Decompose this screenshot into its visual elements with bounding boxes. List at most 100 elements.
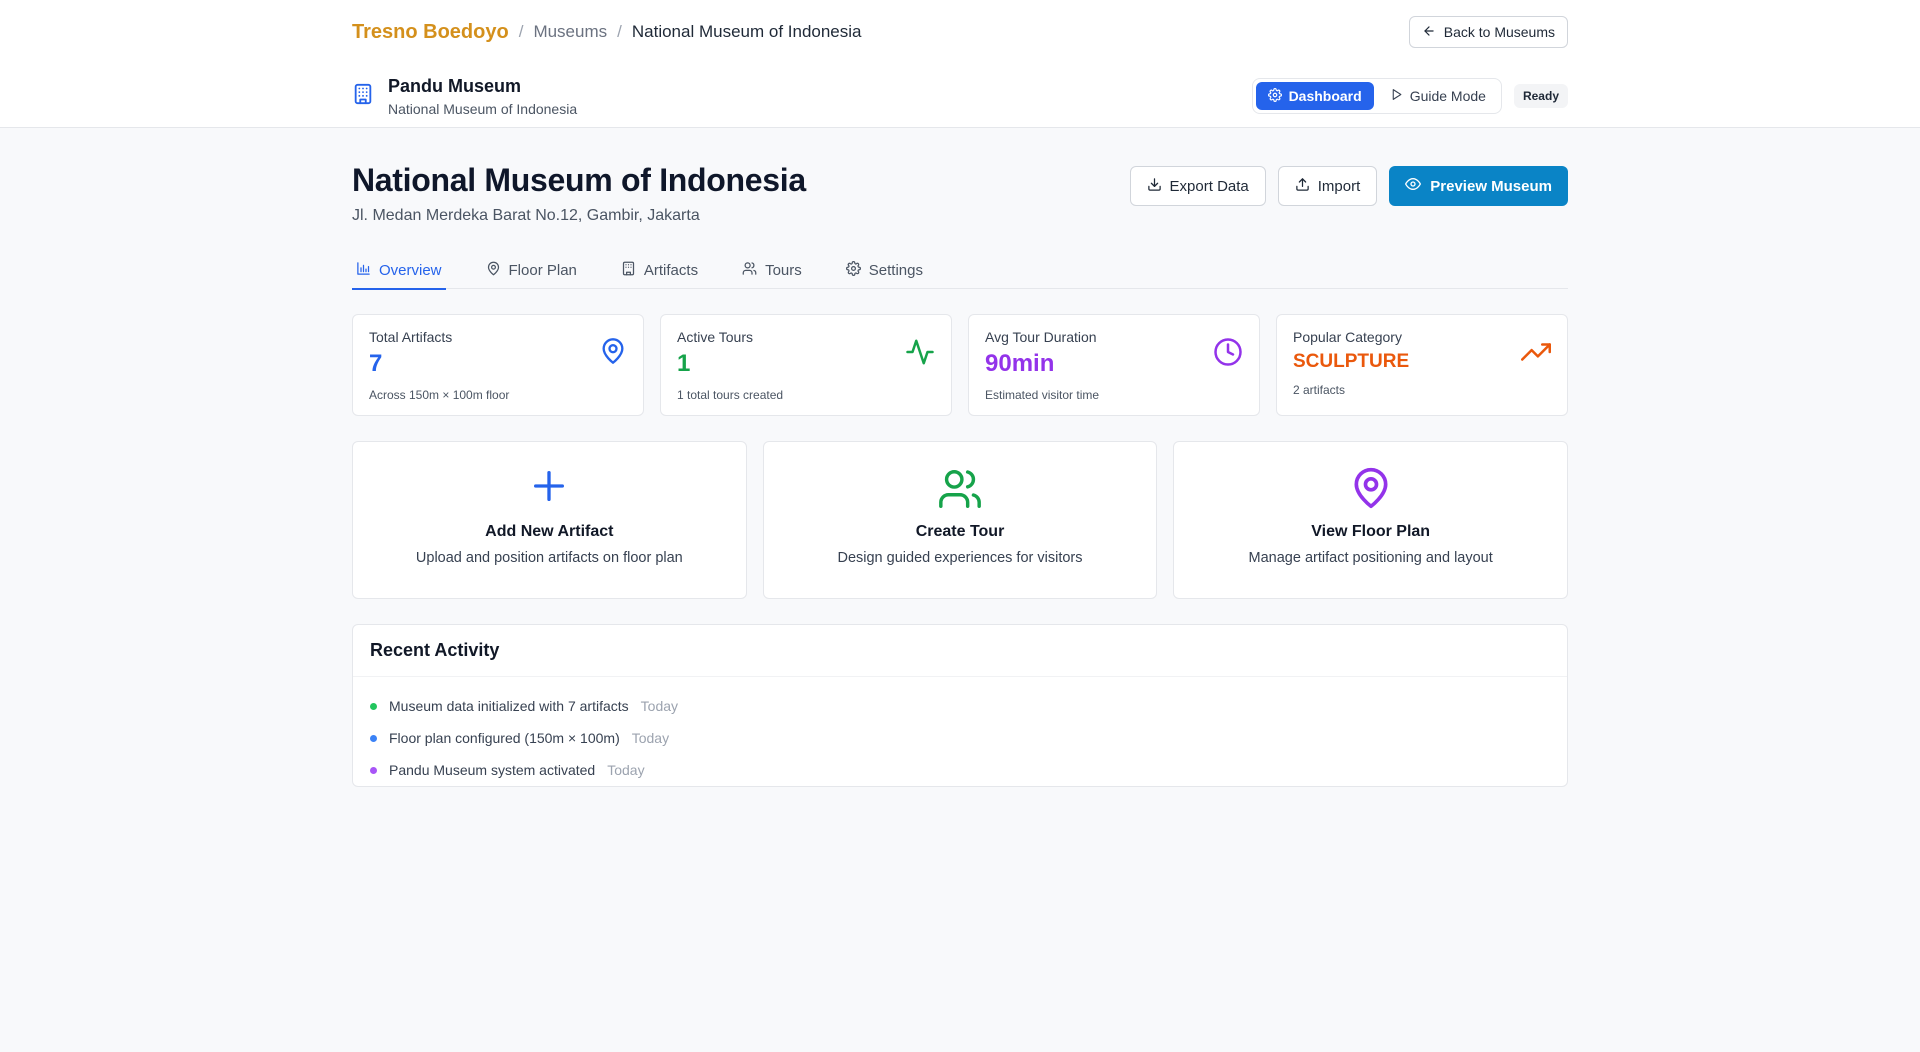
activity-text: Floor plan configured (150m × 100m) (389, 730, 620, 746)
breadcrumb-bar: Tresno Boedoyo / Museums / National Muse… (352, 0, 1568, 64)
tab-label: Floor Plan (508, 261, 577, 279)
trending-up-icon (1521, 337, 1551, 372)
back-button-label: Back to Museums (1443, 24, 1555, 40)
quick-actions: Add New Artifact Upload and position art… (352, 441, 1568, 599)
breadcrumb-separator: / (617, 22, 622, 41)
stat-label: Avg Tour Duration (985, 329, 1097, 345)
plus-icon (529, 466, 569, 511)
mode-switcher: Dashboard Guide Mode (1251, 78, 1502, 114)
status-dot (370, 766, 377, 774)
arrow-left-icon (1422, 24, 1436, 41)
page-header: National Museum of Indonesia Jl. Medan M… (352, 162, 1568, 225)
import-button[interactable]: Import (1277, 166, 1378, 206)
quick-action-description: Manage artifact positioning and layout (1248, 550, 1493, 566)
add-new-artifact-card[interactable]: Add New Artifact Upload and position art… (352, 441, 747, 599)
activity-item: Floor plan configured (150m × 100m) Toda… (370, 722, 1550, 754)
breadcrumb-brand-link[interactable]: Tresno Boedoyo (352, 21, 509, 44)
eye-icon (1405, 176, 1422, 196)
tab-overview[interactable]: Overview (352, 251, 446, 290)
stat-label: Total Artifacts (369, 329, 453, 345)
stat-card-total-artifacts: Total Artifacts 7 Across 150m × 100m flo… (352, 314, 644, 416)
stat-card-avg-tour-duration: Avg Tour Duration 90min Estimated visito… (968, 314, 1260, 416)
status-dot (370, 734, 377, 742)
guide-mode-label: Guide Mode (1409, 88, 1486, 104)
activity-item: Pandu Museum system activated Today (370, 754, 1550, 786)
stat-label: Popular Category (1293, 329, 1402, 345)
quick-action-title: Create Tour (915, 523, 1005, 540)
breadcrumb-current: National Museum of Indonesia (631, 22, 862, 41)
activity-time: Today (631, 730, 670, 746)
users-icon (937, 466, 983, 517)
bar-chart-icon (356, 261, 371, 280)
breadcrumb: Tresno Boedoyo / Museums / National Muse… (352, 21, 862, 44)
section-tabs: Overview Floor Plan Artifacts Tours Sett… (352, 251, 1568, 290)
activity-text: Pandu Museum system activated (389, 762, 596, 778)
quick-action-description: Upload and position artifacts on floor p… (415, 550, 683, 566)
import-label: Import (1317, 177, 1361, 195)
preview-museum-label: Preview Museum (1430, 177, 1552, 195)
users-icon (742, 261, 757, 280)
stat-note: 2 artifacts (1293, 383, 1346, 397)
main-content: National Museum of Indonesia Jl. Medan M… (352, 162, 1568, 787)
tab-floor-plan[interactable]: Floor Plan (482, 251, 581, 289)
gear-icon (1267, 87, 1282, 105)
activity-time: Today (640, 698, 679, 714)
stats-grid: Total Artifacts 7 Across 150m × 100m flo… (352, 314, 1568, 416)
tab-settings[interactable]: Settings (842, 251, 927, 289)
stat-card-active-tours: Active Tours 1 1 total tours created (660, 314, 952, 416)
status-dot (370, 702, 377, 710)
quick-action-title: Add New Artifact (485, 523, 614, 540)
map-pin-icon (1349, 466, 1393, 515)
app-title: Pandu Museum (388, 75, 522, 96)
app-bar: Pandu Museum National Museum of Indonesi… (352, 64, 1568, 128)
tab-label: Artifacts (643, 261, 699, 279)
stat-value: SCULPTURE (1293, 351, 1410, 372)
stat-note: Across 150m × 100m floor (369, 388, 510, 402)
stat-value: 1 (677, 350, 691, 377)
create-tour-card[interactable]: Create Tour Design guided experiences fo… (762, 441, 1158, 599)
view-floor-plan-card[interactable]: View Floor Plan Manage artifact position… (1173, 441, 1568, 599)
tab-label: Overview (379, 261, 442, 279)
quick-action-description: Design guided experiences for visitors (837, 550, 1083, 566)
map-pin-icon (486, 261, 501, 280)
building-icon (621, 261, 636, 280)
dashboard-mode-button[interactable]: Dashboard (1255, 82, 1374, 110)
activity-time: Today (607, 762, 645, 778)
back-to-museums-button[interactable]: Back to Museums (1408, 16, 1568, 48)
stat-value: 7 (369, 350, 383, 377)
tab-artifacts[interactable]: Artifacts (617, 251, 702, 289)
download-icon (1147, 177, 1162, 196)
breadcrumb-museums-link[interactable]: Museums (533, 22, 607, 42)
building-icon (352, 83, 374, 110)
activity-text: Museum data initialized with 7 artifacts (389, 698, 629, 714)
museum-address: Jl. Medan Merdeka Barat No.12, Gambir, J… (352, 207, 700, 224)
upload-icon (1295, 177, 1310, 196)
clock-icon (1213, 337, 1243, 372)
guide-mode-button[interactable]: Guide Mode (1378, 82, 1498, 110)
page-title: National Museum of Indonesia (352, 162, 806, 198)
breadcrumb-separator: / (518, 22, 524, 41)
play-icon (1390, 88, 1403, 104)
recent-activity-title: Recent Activity (353, 625, 1567, 677)
tab-label: Settings (868, 261, 923, 279)
stat-label: Active Tours (677, 329, 753, 345)
recent-activity-panel: Recent Activity Museum data initialized … (352, 624, 1568, 787)
stat-note: Estimated visitor time (985, 388, 1100, 402)
preview-museum-button[interactable]: Preview Museum (1389, 166, 1568, 206)
activity-icon (905, 337, 935, 372)
status-badge: Ready (1513, 84, 1568, 108)
stat-note: 1 total tours created (677, 388, 784, 402)
map-pin-icon (599, 337, 627, 370)
stat-value: 90min (985, 350, 1055, 377)
gear-icon (845, 260, 861, 280)
dashboard-mode-label: Dashboard (1288, 88, 1362, 104)
tab-tours[interactable]: Tours (738, 251, 806, 289)
activity-list: Museum data initialized with 7 artifacts… (353, 677, 1567, 786)
tab-label: Tours (765, 261, 802, 279)
top-header: Tresno Boedoyo / Museums / National Muse… (0, 0, 1920, 128)
activity-item: Museum data initialized with 7 artifacts… (370, 690, 1550, 722)
quick-action-title: View Floor Plan (1311, 523, 1431, 540)
export-data-button[interactable]: Export Data (1129, 166, 1266, 206)
export-data-label: Export Data (1169, 177, 1249, 195)
app-subtitle: National Museum of Indonesia (388, 100, 578, 117)
